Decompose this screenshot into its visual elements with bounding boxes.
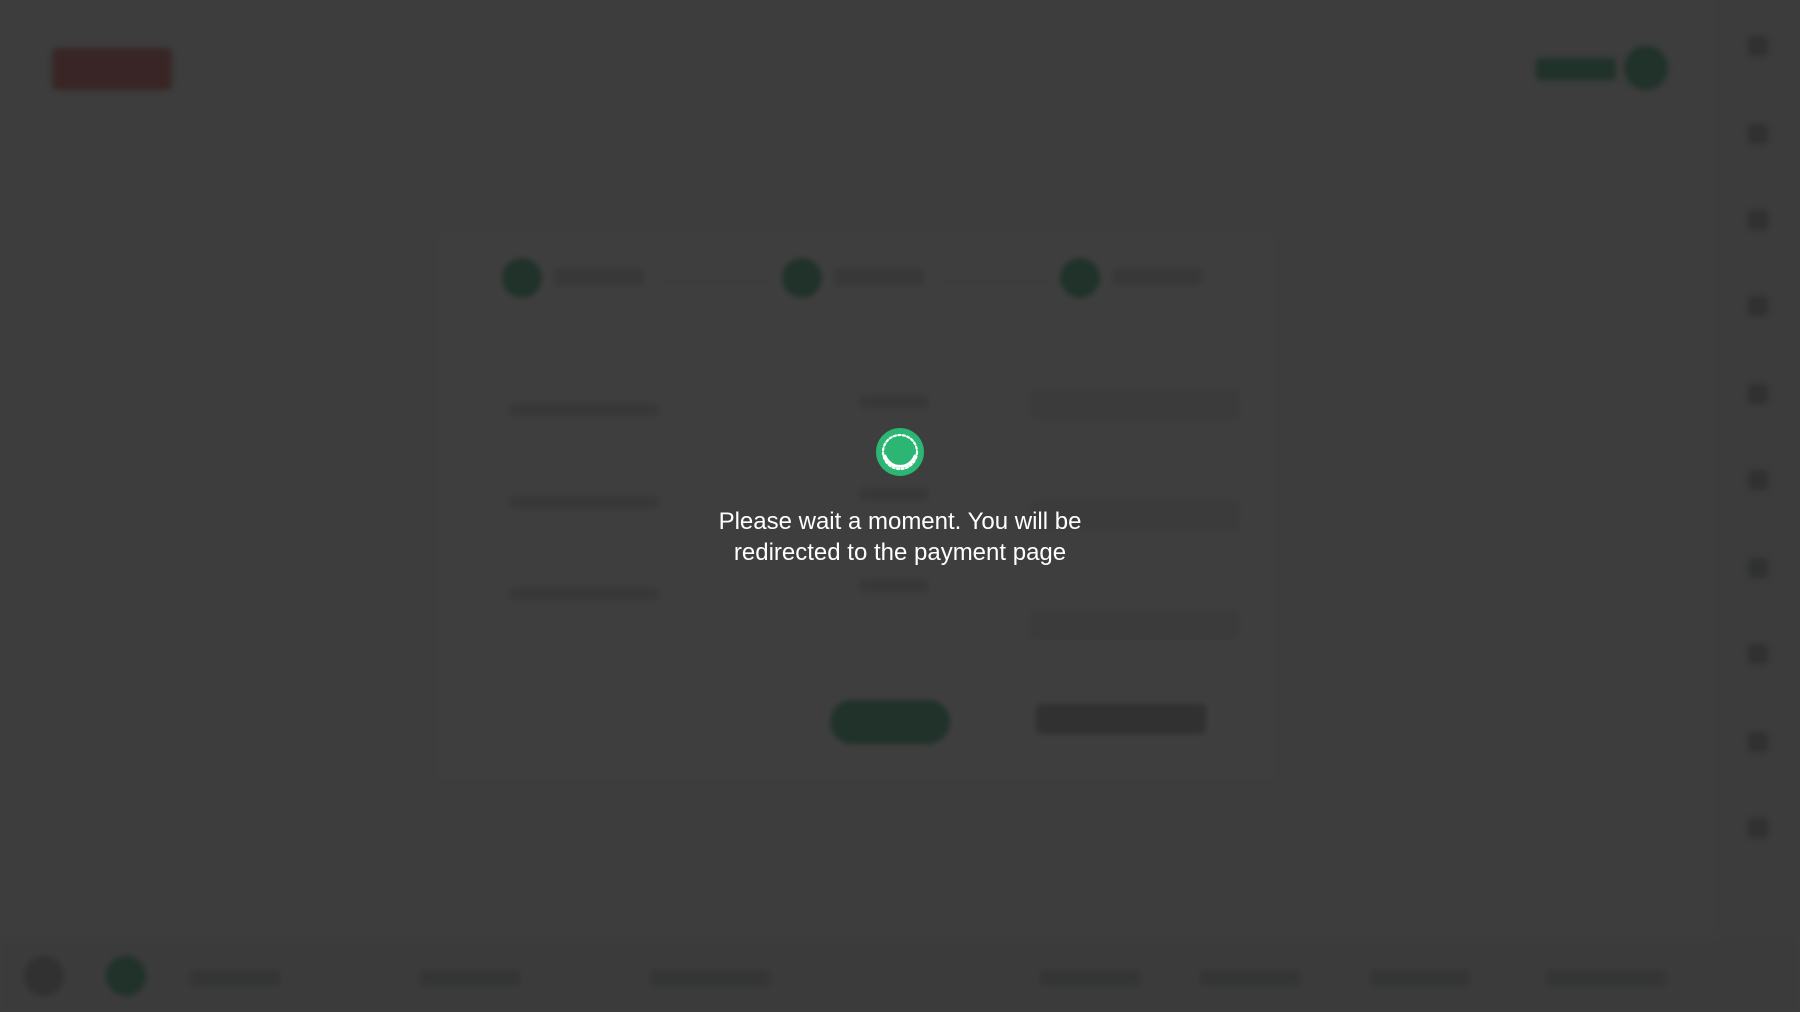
redirect-message: Please wait a moment. You will be redire… [718,508,1082,566]
payment-redirect-screen: Please wait a moment. You will be redire… [0,0,1800,1012]
loading-spinner-icon [876,428,924,476]
loading-overlay: Please wait a moment. You will be redire… [0,0,1800,1012]
